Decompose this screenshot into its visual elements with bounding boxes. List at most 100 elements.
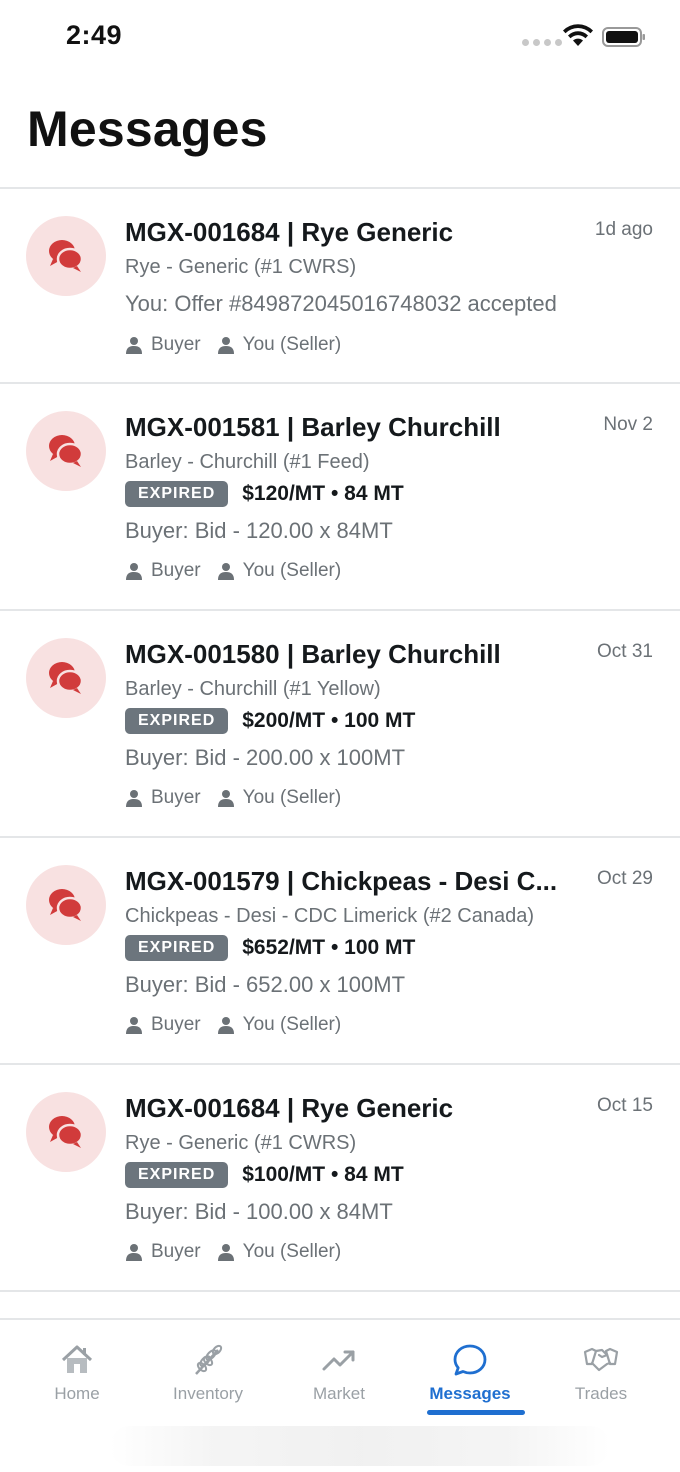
thread-status-row: EXPIRED $200/MT • 100 MT (125, 708, 415, 734)
thread-last-message: You: Offer #849872045016748032 accepted (125, 291, 557, 316)
thread-title: MGX-001684 | Rye Generic (125, 217, 454, 247)
tab-label: Inventory (173, 1384, 243, 1403)
battery-icon (602, 27, 645, 47)
thread-commodity: Barley - Churchill (#1 Yellow) (125, 678, 381, 700)
thread-item[interactable]: MGX-001579 | Chickpeas - Desi C... Oct 2… (0, 838, 680, 1065)
participant-buyer: Buyer (125, 334, 201, 356)
participant-seller: You (Seller) (217, 787, 342, 809)
tab-home[interactable]: Home (9, 1320, 145, 1418)
participant-label: You (Seller) (242, 1014, 342, 1035)
thread-timestamp: Nov 2 (603, 414, 653, 435)
thread-participants: Buyer You (Seller) (125, 334, 357, 356)
person-icon (126, 1244, 142, 1261)
chat-bubbles-icon (49, 662, 84, 694)
thread-avatar (26, 411, 106, 491)
chat-bubble-icon (453, 1344, 487, 1376)
thread-commodity: Barley - Churchill (#1 Feed) (125, 451, 370, 473)
chat-bubbles-icon (49, 435, 84, 467)
tab-trades[interactable]: Trades (533, 1320, 669, 1418)
status-badge: EXPIRED (125, 935, 229, 961)
messages-screen: 2:49 Messages MGX-001684 | Rye Generic 1… (0, 0, 680, 1472)
thread-price: $120/MT • 84 MT (242, 482, 404, 505)
thread-participants: Buyer You (Seller) (125, 787, 357, 809)
thread-price: $652/MT • 100 MT (242, 936, 416, 959)
tab-label: Market (313, 1384, 365, 1403)
participant-label: You (Seller) (242, 787, 342, 808)
participant-label: Buyer (151, 1014, 201, 1035)
home-icon (61, 1345, 93, 1373)
handshake-icon (583, 1347, 619, 1372)
thread-participants: Buyer You (Seller) (125, 1014, 357, 1036)
thread-timestamp: Oct 15 (597, 1095, 653, 1116)
participant-label: Buyer (151, 560, 201, 581)
person-icon (217, 337, 234, 354)
thread-avatar (26, 1092, 106, 1172)
chat-bubbles-icon (49, 889, 84, 921)
tab-messages[interactable]: Messages (402, 1320, 538, 1418)
status-time: 2:49 (66, 20, 123, 50)
thread-status-row: EXPIRED $652/MT • 100 MT (125, 935, 415, 961)
participant-seller: You (Seller) (217, 1014, 342, 1036)
thread-avatar (26, 865, 106, 945)
status-badge: EXPIRED (125, 1162, 229, 1188)
participant-label: Buyer (151, 334, 201, 355)
trending-up-icon (322, 1350, 355, 1371)
participant-buyer: Buyer (125, 560, 201, 582)
thread-avatar (26, 638, 106, 718)
page-title: Messages (27, 101, 268, 157)
thread-item[interactable]: MGX-001581 | Barley Churchill Nov 2 Barl… (0, 384, 680, 611)
person-icon (217, 1244, 234, 1261)
thread-status-row: EXPIRED $100/MT • 84 MT (125, 1162, 404, 1188)
thread-title: MGX-001580 | Barley Churchill (125, 639, 501, 669)
participant-label: You (Seller) (242, 334, 342, 355)
participant-label: You (Seller) (242, 1241, 342, 1262)
blurred-background-strip (110, 1426, 610, 1466)
thread-avatar (26, 216, 106, 296)
participant-buyer: Buyer (125, 787, 201, 809)
status-bar: 2:49 (0, 0, 680, 76)
thread-commodity: Rye - Generic (#1 CWRS) (125, 1132, 357, 1154)
thread-item[interactable]: MGX-001684 | Rye Generic Oct 15 Rye - Ge… (0, 1065, 680, 1292)
participant-label: Buyer (151, 1241, 201, 1262)
thread-timestamp: Oct 31 (597, 641, 653, 662)
status-badge: EXPIRED (125, 708, 229, 734)
person-icon (126, 563, 142, 580)
active-tab-indicator (427, 1410, 525, 1415)
thread-status-row: EXPIRED $120/MT • 84 MT (125, 481, 404, 507)
cellular-signal-icon (522, 39, 562, 46)
chat-bubbles-icon (49, 240, 84, 272)
thread-last-message: Buyer: Bid - 652.00 x 100MT (125, 972, 406, 997)
thread-price: $200/MT • 100 MT (242, 709, 416, 732)
bottom-tab-bar: Home Inventory Market Messages Trades (0, 1318, 680, 1418)
person-icon (217, 1017, 234, 1034)
thread-timestamp: 1d ago (594, 219, 653, 240)
participant-seller: You (Seller) (217, 1241, 342, 1263)
thread-last-message: Buyer: Bid - 120.00 x 84MT (125, 518, 393, 543)
thread-commodity: Rye - Generic (#1 CWRS) (125, 256, 357, 278)
thread-title: MGX-001579 | Chickpeas - Desi C... (125, 866, 558, 896)
tab-inventory[interactable]: Inventory (140, 1320, 276, 1418)
chat-bubbles-icon (49, 1116, 84, 1148)
tab-label: Messages (429, 1384, 511, 1403)
thread-participants: Buyer You (Seller) (125, 1241, 357, 1263)
message-thread-list[interactable]: MGX-001684 | Rye Generic 1d ago Rye - Ge… (0, 189, 680, 1292)
person-icon (217, 563, 234, 580)
thread-title: MGX-001581 | Barley Churchill (125, 412, 501, 442)
thread-commodity: Chickpeas - Desi - CDC Limerick (#2 Cana… (125, 905, 535, 927)
participant-buyer: Buyer (125, 1241, 201, 1263)
thread-item[interactable]: MGX-001684 | Rye Generic 1d ago Rye - Ge… (0, 189, 680, 384)
tab-market[interactable]: Market (271, 1320, 407, 1418)
participant-label: Buyer (151, 787, 201, 808)
participant-label: You (Seller) (242, 560, 342, 581)
thread-last-message: Buyer: Bid - 100.00 x 84MT (125, 1199, 393, 1224)
thread-last-message: Buyer: Bid - 200.00 x 100MT (125, 745, 406, 770)
thread-timestamp: Oct 29 (597, 868, 653, 889)
thread-title: MGX-001684 | Rye Generic (125, 1093, 454, 1123)
thread-item[interactable]: MGX-001580 | Barley Churchill Oct 31 Bar… (0, 611, 680, 838)
thread-price: $100/MT • 84 MT (242, 1163, 404, 1186)
status-badge: EXPIRED (125, 481, 229, 507)
person-icon (217, 790, 234, 807)
participant-seller: You (Seller) (217, 560, 342, 582)
participant-seller: You (Seller) (217, 334, 342, 356)
person-icon (126, 1017, 142, 1034)
